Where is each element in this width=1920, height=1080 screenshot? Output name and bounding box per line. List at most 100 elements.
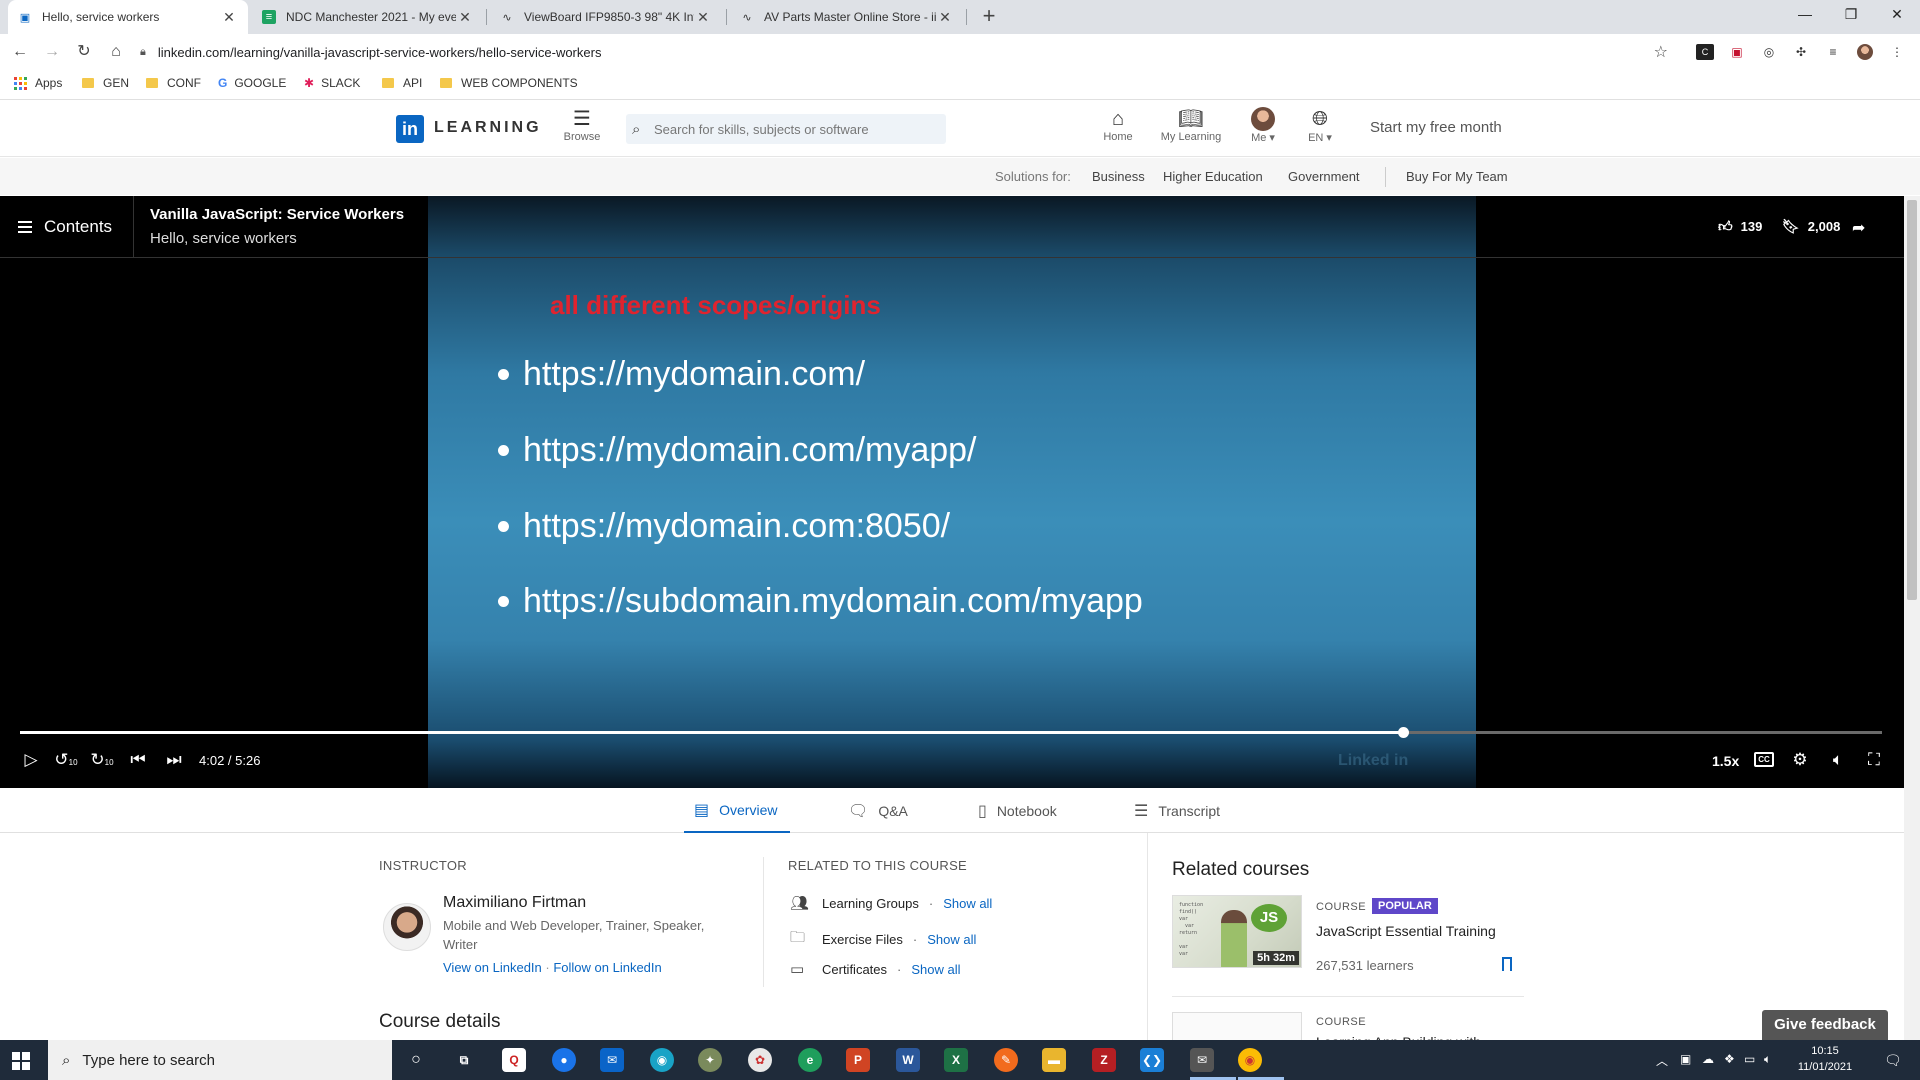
window-close-icon[interactable]: ✕ xyxy=(1874,0,1920,30)
closed-captions-icon[interactable]: CC xyxy=(1754,752,1774,767)
tab-qa[interactable]: 🗨︎ Q&A xyxy=(848,788,908,833)
extension-icon[interactable]: C xyxy=(1696,44,1714,60)
video-progress-bar[interactable] xyxy=(20,727,1882,738)
next-video-icon[interactable]: ⏭︎ xyxy=(162,750,186,770)
app-icon[interactable]: ✎ xyxy=(994,1048,1018,1072)
rewind-10-icon[interactable]: ↺10 xyxy=(54,750,78,770)
nav-my-learning[interactable]: 📖︎ My Learning xyxy=(1156,107,1226,143)
reload-icon[interactable]: ↻ xyxy=(72,40,96,64)
mail-client-icon[interactable]: ✉ xyxy=(1190,1048,1214,1072)
previous-video-icon[interactable]: ⏮︎ xyxy=(126,750,150,770)
bookmark-star-icon[interactable]: ☆ xyxy=(1654,42,1668,62)
profile-avatar[interactable] xyxy=(1856,44,1874,60)
instructor-name[interactable]: Maximiliano Firtman xyxy=(443,894,586,912)
tray-app-icon[interactable]: ▣ xyxy=(1680,1052,1691,1066)
puzzle-extensions-icon[interactable]: ✣ xyxy=(1792,44,1810,60)
settings-gear-icon[interactable]: ⚙ xyxy=(1788,750,1812,770)
nav-home[interactable]: ⌂ Home xyxy=(1096,107,1140,143)
volume-icon[interactable]: 🔈︎ xyxy=(1826,750,1850,770)
save-button[interactable]: 🔖︎ 2,008 xyxy=(1782,218,1840,235)
share-icon[interactable]: ➦ xyxy=(1852,218,1865,238)
linkedin-logo[interactable]: in xyxy=(396,115,424,143)
windows-start-icon[interactable] xyxy=(12,1052,30,1070)
learning-brand[interactable]: LEARNING xyxy=(434,119,542,137)
pocket-extension-icon[interactable]: ▣ xyxy=(1728,44,1746,60)
network-icon[interactable]: ▭ xyxy=(1744,1052,1755,1066)
bookmark-google[interactable]: G GOOGLE xyxy=(218,76,286,90)
chrome-icon[interactable]: ◉ xyxy=(1238,1048,1262,1072)
buy-for-team-link[interactable]: Buy For My Team xyxy=(1406,169,1508,184)
excel-icon[interactable]: X xyxy=(944,1048,968,1072)
maps-icon[interactable]: ● xyxy=(552,1048,576,1072)
tab-notebook[interactable]: ▯ Notebook xyxy=(978,788,1057,833)
restore-icon[interactable]: ❐ xyxy=(1828,0,1874,30)
instructor-avatar[interactable] xyxy=(383,903,431,951)
dropbox-icon[interactable]: ❖ xyxy=(1724,1052,1735,1066)
show-all-link[interactable]: Show all xyxy=(911,962,960,977)
extension-icon[interactable]: ◎ xyxy=(1760,44,1778,60)
minimize-icon[interactable]: — xyxy=(1782,0,1828,30)
related-course-title[interactable]: JavaScript Essential Training xyxy=(1316,923,1496,939)
solutions-higher-ed-link[interactable]: Higher Education xyxy=(1163,169,1263,184)
word-icon[interactable]: W xyxy=(896,1048,920,1072)
tab-overview[interactable]: ▤ Overview xyxy=(684,788,790,833)
search-input[interactable]: ⌕ Search for skills, subjects or softwar… xyxy=(626,114,946,144)
playback-speed-button[interactable]: 1.5x xyxy=(1712,753,1739,769)
close-tab-icon[interactable]: ✕ xyxy=(456,9,474,26)
course-thumbnail[interactable] xyxy=(1172,1012,1302,1040)
reading-list-icon[interactable]: ≡ xyxy=(1824,44,1842,60)
filezilla-icon[interactable]: Z xyxy=(1092,1048,1116,1072)
tab-transcript[interactable]: ☰ Transcript xyxy=(1134,788,1220,833)
browser-tab-active[interactable]: ▣ Hello, service workers ✕ xyxy=(8,0,248,34)
course-title[interactable]: Vanilla JavaScript: Service Workers xyxy=(150,206,404,223)
show-all-link[interactable]: Show all xyxy=(927,932,976,947)
nav-me[interactable]: Me ▾ xyxy=(1244,107,1282,144)
give-feedback-button[interactable]: Give feedback xyxy=(1762,1010,1888,1040)
browser-menu-icon[interactable]: ⋮ xyxy=(1888,44,1906,60)
show-all-link[interactable]: Show all xyxy=(943,896,992,911)
tray-chevron-icon[interactable]: ︿ xyxy=(1656,1052,1668,1069)
system-clock[interactable]: 10:15 11/01/2021 xyxy=(1780,1043,1870,1075)
cortana-icon[interactable]: ○ xyxy=(404,1048,428,1072)
home-icon[interactable]: ⌂ xyxy=(104,40,128,64)
task-view-icon[interactable]: ⧉ xyxy=(452,1048,476,1072)
mail-icon[interactable]: ✉ xyxy=(600,1048,624,1072)
volume-tray-icon[interactable]: 🔈︎ xyxy=(1764,1052,1771,1067)
new-tab-button[interactable]: + xyxy=(976,4,1002,30)
save-course-icon[interactable] xyxy=(1502,957,1512,971)
like-button[interactable]: 👍︎ 139 xyxy=(1718,218,1762,235)
notifications-icon[interactable]: 🗨︎ xyxy=(1884,1052,1902,1069)
contents-button[interactable]: Contents xyxy=(0,196,134,258)
follow-on-linkedin-link[interactable]: Follow on LinkedIn xyxy=(553,960,661,975)
taskbar-search-input[interactable]: ⌕ Type here to search xyxy=(48,1040,392,1080)
fullscreen-icon[interactable]: ⛶ xyxy=(1862,750,1886,770)
bookmark-gen[interactable]: GEN xyxy=(82,76,129,90)
bookmark-slack[interactable]: ✱ SLACK xyxy=(304,76,360,90)
powerpoint-icon[interactable]: P xyxy=(846,1048,870,1072)
nav-language[interactable]: 🌐︎ EN ▾ xyxy=(1302,107,1338,144)
close-tab-icon[interactable]: ✕ xyxy=(220,9,238,26)
app-icon[interactable]: ✦ xyxy=(698,1048,722,1072)
browser-tab[interactable]: ∿ AV Parts Master Online Store - iiy ✕ xyxy=(730,0,964,34)
solutions-government-link[interactable]: Government xyxy=(1288,169,1360,184)
address-bar[interactable]: 🔒︎ linkedin.com/learning/vanilla-javascr… xyxy=(140,38,1680,66)
bookmark-api[interactable]: API xyxy=(382,76,422,90)
scrollbar-thumb[interactable] xyxy=(1907,200,1917,600)
edge-browser-icon[interactable]: e xyxy=(798,1048,822,1072)
solutions-business-link[interactable]: Business xyxy=(1092,169,1145,184)
close-tab-icon[interactable]: ✕ xyxy=(936,9,954,26)
forward-icon[interactable]: → xyxy=(40,40,64,64)
close-tab-icon[interactable]: ✕ xyxy=(694,9,712,26)
bookmark-conf[interactable]: CONF xyxy=(146,76,201,90)
play-icon[interactable]: ▷ xyxy=(19,750,43,770)
bookmark-apps[interactable]: Apps xyxy=(14,76,62,90)
course-thumbnail[interactable]: function find() var var return var var JS 5h… xyxy=(1172,895,1302,968)
photos-app-icon[interactable]: ✿ xyxy=(748,1048,772,1072)
messaging-icon[interactable]: ◉ xyxy=(650,1048,674,1072)
browser-tab[interactable]: ∿ ViewBoard IFP9850-3 98" 4K Inte ✕ xyxy=(490,0,722,34)
page-scrollbar[interactable] xyxy=(1904,196,1920,1040)
onedrive-icon[interactable]: ☁ xyxy=(1702,1052,1714,1066)
file-explorer-icon[interactable]: ▬ xyxy=(1042,1048,1066,1072)
app-icon[interactable]: Q xyxy=(502,1048,526,1072)
video-player[interactable]: Contents Vanilla JavaScript: Service Wor… xyxy=(0,196,1904,788)
